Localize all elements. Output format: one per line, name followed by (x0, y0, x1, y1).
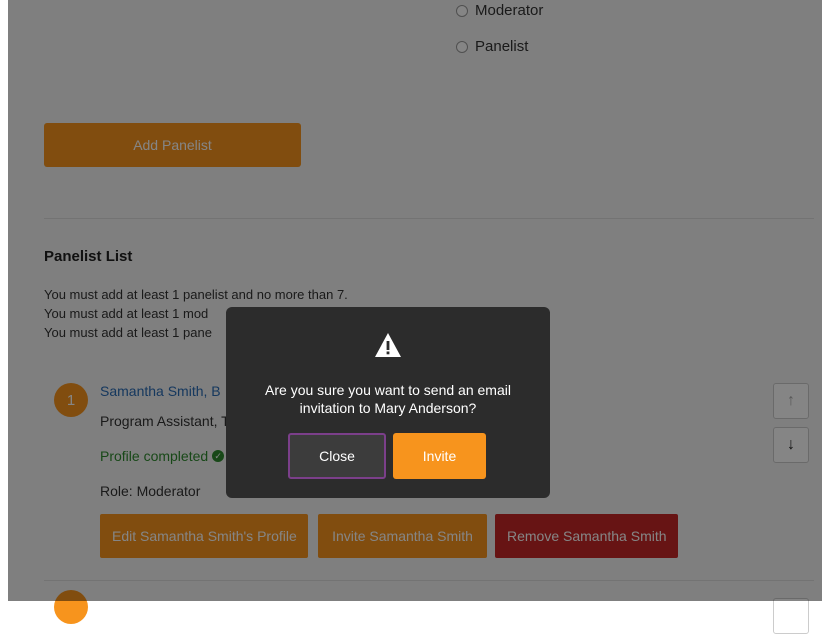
confirm-invite-dialog: Are you sure you want to send an email i… (226, 307, 550, 498)
close-button[interactable]: Close (288, 433, 386, 479)
dialog-message: Are you sure you want to send an email i… (265, 382, 511, 416)
warning-triangle-icon (375, 333, 401, 357)
invite-button[interactable]: Invite (393, 433, 486, 479)
move-up-button[interactable] (773, 598, 809, 634)
modal-backdrop[interactable] (8, 0, 822, 601)
